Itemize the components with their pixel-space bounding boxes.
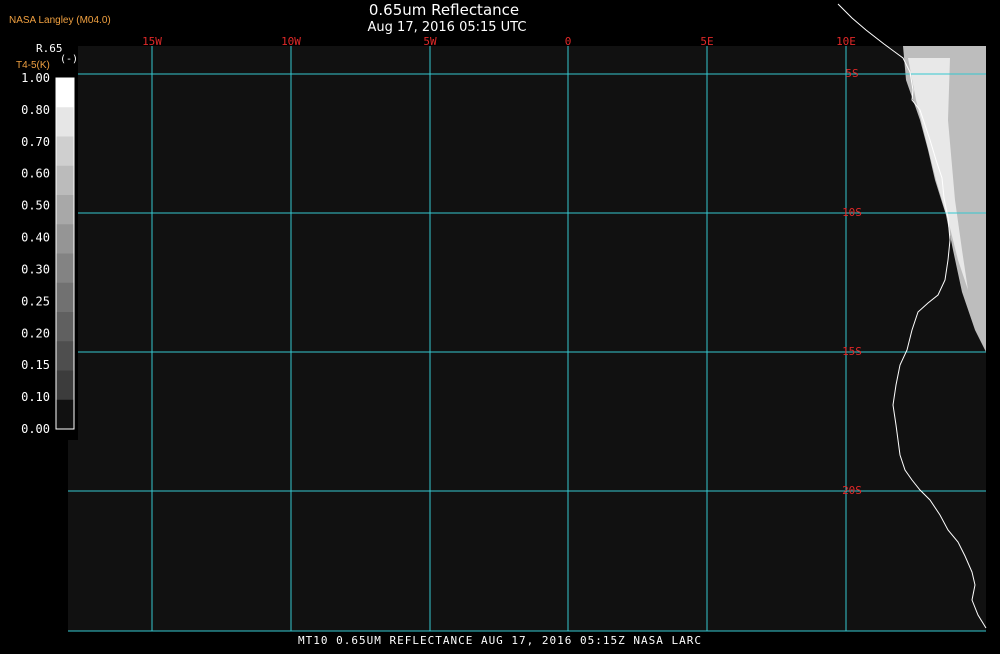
legend-tick-label: 0.60 (21, 167, 50, 181)
legend-swatch (56, 224, 74, 254)
legend-tick-label: 0.80 (21, 103, 50, 117)
legend-tick-label: 0.25 (21, 294, 50, 308)
longitude-label: 10W (281, 35, 301, 48)
legend-swatch (56, 165, 74, 196)
legend-tick-label: 0.70 (21, 135, 50, 149)
legend-tick-label: 1.00 (21, 71, 50, 85)
legend-swatch (56, 282, 74, 313)
legend-swatch (56, 370, 74, 401)
legend-tick-label: 0.10 (21, 390, 50, 404)
legend-tick-label: 0.20 (21, 326, 50, 340)
legend-variable: R.65 (36, 42, 63, 55)
map-canvas: 15W 10W 5W 0 5E 10E 5S 10S 15S 20S (68, 0, 1000, 632)
satellite-map-view: 15W 10W 5W 0 5E 10E 5S 10S 15S 20S 0.65um Reflect… (0, 0, 1000, 650)
map-title: 0.65um Reflectance (368, 1, 520, 19)
legend-swatch (56, 341, 74, 371)
map-footer: MT10 0.65UM REFLECTANCE AUG 17, 2016 05:… (298, 634, 702, 647)
legend-tick-label: 0.00 (21, 422, 50, 436)
legend-swatch (56, 136, 74, 167)
legend-scale: 1.00 0.80 0.70 0.60 0.50 0.40 0.30 0.25 0.20 0.15… (21, 71, 75, 436)
longitude-label: 15W (142, 35, 162, 48)
latitude-label: 10S (842, 206, 862, 219)
legend-swatch (56, 312, 74, 342)
longitude-label: 5E (700, 35, 713, 48)
legend-tick-label: 0.30 (21, 262, 50, 276)
legend-tick-label: 0.40 (21, 231, 50, 245)
provider-credit: NASA Langley (M04.0) (9, 15, 111, 26)
legend-swatch (56, 399, 74, 430)
longitude-label: 10E (836, 35, 856, 48)
longitude-label: 5W (423, 35, 437, 48)
ocean-area (68, 46, 986, 631)
latitude-label: 20S (842, 484, 862, 497)
legend-swatch (56, 195, 74, 225)
legend-tick-label: 0.50 (21, 199, 50, 213)
map-timestamp: Aug 17, 2016 05:15 UTC (367, 20, 527, 35)
longitude-label: 0 (565, 35, 572, 48)
legend-swatch (56, 107, 74, 137)
legend-tick-label: 0.15 (21, 358, 50, 372)
latitude-label: 5S (845, 67, 858, 80)
legend-units: (-) (60, 54, 79, 65)
latitude-label: 15S (842, 345, 862, 358)
legend-swatch (56, 78, 74, 108)
legend-swatch (56, 253, 74, 284)
